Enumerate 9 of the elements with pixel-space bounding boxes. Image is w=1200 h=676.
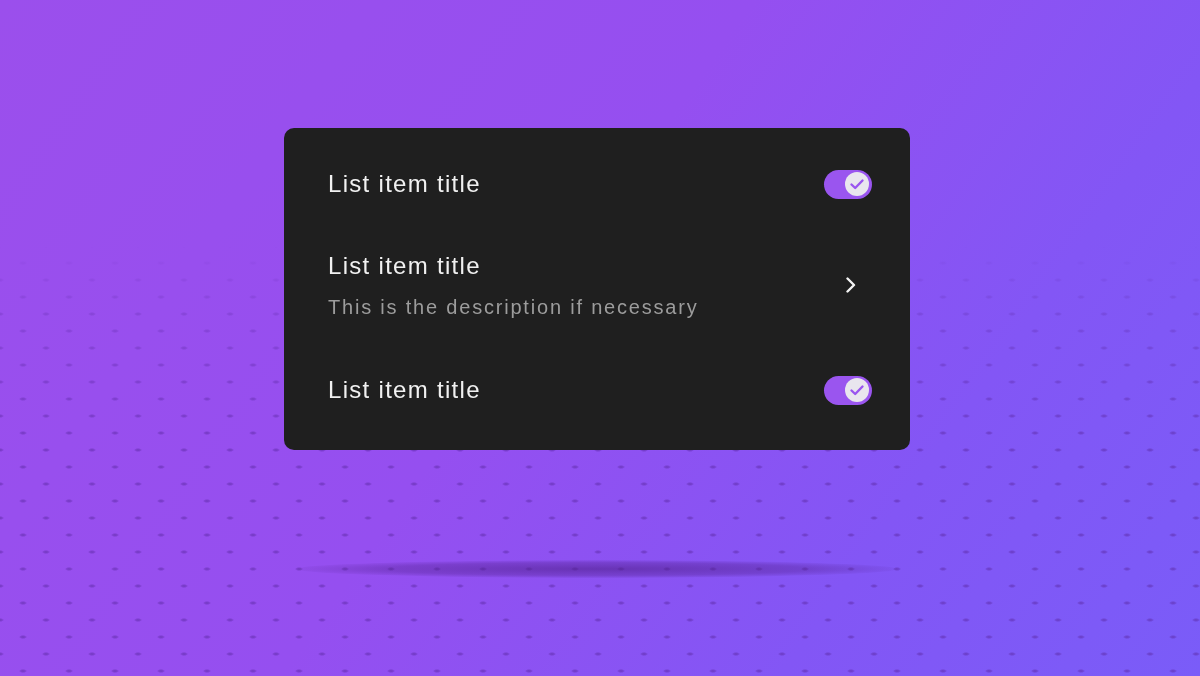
item-description: This is the description if necessary bbox=[328, 295, 699, 319]
chevron-right-icon[interactable] bbox=[846, 277, 856, 293]
toggle-switch[interactable] bbox=[824, 375, 872, 405]
check-icon bbox=[845, 378, 869, 402]
item-title: List item title bbox=[328, 251, 482, 280]
check-icon bbox=[845, 172, 869, 196]
item-title: List item title bbox=[328, 170, 481, 198]
toggle-switch[interactable] bbox=[824, 169, 872, 199]
item-title: List item title bbox=[328, 376, 481, 404]
